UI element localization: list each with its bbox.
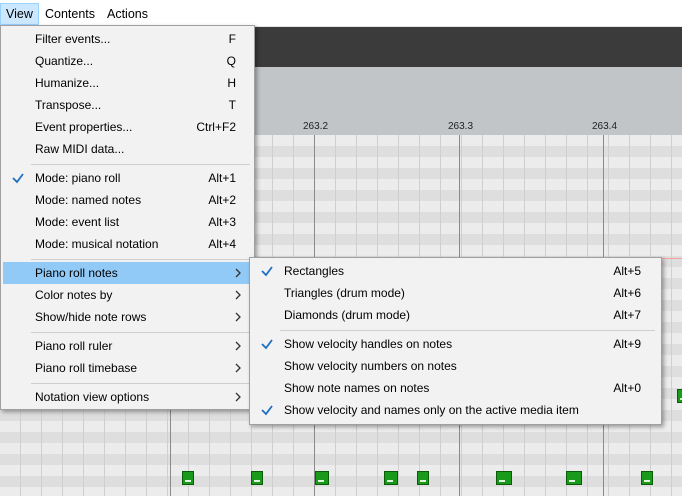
- menu-item-shortcut: Q: [226, 54, 236, 68]
- menu-item-mode-named-notes[interactable]: Mode: named notes Alt+2: [3, 189, 252, 211]
- submenu-item-rectangles[interactable]: Rectangles Alt+5: [252, 260, 659, 282]
- chevron-right-icon: [235, 268, 241, 278]
- midi-note[interactable]: [384, 471, 398, 485]
- menu-item-piano-roll-notes[interactable]: Piano roll notes: [3, 262, 252, 284]
- menu-separator: [31, 164, 250, 165]
- submenu-item-diamonds[interactable]: Diamonds (drum mode) Alt+7: [252, 304, 659, 326]
- menu-separator: [31, 259, 250, 260]
- editor-toolbar: [250, 27, 682, 67]
- menu-item-label: Raw MIDI data...: [35, 142, 125, 156]
- checkmark-icon: [261, 405, 273, 416]
- menu-item-event-properties[interactable]: Event properties... Ctrl+F2: [3, 116, 252, 138]
- menu-item-humanize[interactable]: Humanize... H: [3, 72, 252, 94]
- chevron-right-icon: [235, 363, 241, 373]
- chevron-right-icon: [235, 392, 241, 402]
- menu-actions[interactable]: Actions: [102, 4, 153, 24]
- piano-roll-notes-submenu: Rectangles Alt+5 Triangles (drum mode) A…: [249, 257, 662, 425]
- menu-item-show-hide-note-rows[interactable]: Show/hide note rows: [3, 306, 252, 328]
- menu-item-piano-roll-timebase[interactable]: Piano roll timebase: [3, 357, 252, 379]
- menu-item-label: Mode: event list: [35, 215, 120, 229]
- midi-note[interactable]: [417, 471, 429, 485]
- menu-item-label: Rectangles: [284, 264, 345, 278]
- ruler-tick-label: 263.2: [303, 121, 329, 132]
- menu-item-shortcut: T: [228, 98, 236, 112]
- menu-item-mode-event-list[interactable]: Mode: event list Alt+3: [3, 211, 252, 233]
- chevron-right-icon: [235, 341, 241, 351]
- midi-note[interactable]: [182, 471, 194, 485]
- submenu-item-note-names[interactable]: Show note names on notes Alt+0: [252, 377, 659, 399]
- midi-note[interactable]: [677, 389, 682, 403]
- menu-item-filter-events[interactable]: Filter events... F: [3, 28, 252, 50]
- menu-item-shortcut: Alt+6: [613, 286, 641, 300]
- chevron-right-icon: [235, 312, 241, 322]
- menu-separator: [31, 332, 250, 333]
- checkmark-icon: [261, 266, 273, 277]
- menu-contents[interactable]: Contents: [40, 4, 100, 24]
- submenu-item-triangles[interactable]: Triangles (drum mode) Alt+6: [252, 282, 659, 304]
- menu-item-piano-roll-ruler[interactable]: Piano roll ruler: [3, 335, 252, 357]
- submenu-item-velocity-numbers[interactable]: Show velocity numbers on notes: [252, 355, 659, 377]
- menu-item-label: Diamonds (drum mode): [284, 308, 411, 322]
- menu-item-label: Show velocity handles on notes: [284, 337, 453, 351]
- menu-item-label: Color notes by: [35, 288, 113, 302]
- menu-item-label: Piano roll timebase: [35, 361, 138, 375]
- menu-item-raw-midi-data[interactable]: Raw MIDI data...: [3, 138, 252, 160]
- midi-note[interactable]: [566, 471, 582, 485]
- menu-item-label: Notation view options: [35, 390, 150, 404]
- menu-item-shortcut: Alt+9: [613, 337, 641, 351]
- menu-item-shortcut: Alt+5: [613, 264, 641, 278]
- menu-item-mode-musical-notation[interactable]: Mode: musical notation Alt+4: [3, 233, 252, 255]
- menu-item-mode-piano-roll[interactable]: Mode: piano roll Alt+1: [3, 167, 252, 189]
- menu-item-label: Transpose...: [35, 98, 102, 112]
- checkmark-icon: [12, 173, 24, 184]
- submenu-item-active-item-only[interactable]: Show velocity and names only on the acti…: [252, 399, 659, 421]
- ruler-tick-label: 263.4: [592, 121, 618, 132]
- menu-item-shortcut: H: [227, 76, 236, 90]
- menu-item-shortcut: Alt+7: [613, 308, 641, 322]
- menu-bar: View Contents Actions: [0, 0, 682, 27]
- menu-item-label: Show velocity and names only on the acti…: [284, 403, 579, 417]
- midi-note[interactable]: [315, 471, 329, 485]
- menu-item-shortcut: Alt+3: [208, 215, 236, 229]
- menu-item-label: Piano roll notes: [35, 266, 118, 280]
- checkmark-icon: [261, 339, 273, 350]
- menu-item-color-notes-by[interactable]: Color notes by: [3, 284, 252, 306]
- menu-item-notation-view-options[interactable]: Notation view options: [3, 386, 252, 408]
- menu-item-label: Show velocity numbers on notes: [284, 359, 457, 373]
- menu-item-shortcut: Alt+2: [208, 193, 236, 207]
- midi-note[interactable]: [641, 471, 653, 485]
- menu-item-shortcut: Alt+0: [613, 381, 641, 395]
- menu-item-label: Triangles (drum mode): [284, 286, 405, 300]
- ruler-tick-label: 263.3: [448, 121, 474, 132]
- menu-separator: [31, 383, 250, 384]
- menu-item-shortcut: Alt+1: [208, 171, 236, 185]
- menu-item-label: Piano roll ruler: [35, 339, 113, 353]
- menu-item-shortcut: F: [228, 32, 236, 46]
- midi-note[interactable]: [496, 471, 512, 485]
- midi-note[interactable]: [251, 471, 263, 485]
- menu-separator: [280, 330, 655, 331]
- menu-item-label: Humanize...: [35, 76, 100, 90]
- menu-item-label: Event properties...: [35, 120, 133, 134]
- menu-item-label: Mode: named notes: [35, 193, 142, 207]
- menu-item-label: Filter events...: [35, 32, 111, 46]
- menu-item-label: Mode: piano roll: [35, 171, 121, 185]
- menu-item-shortcut: Ctrl+F2: [196, 120, 236, 134]
- submenu-item-velocity-handles[interactable]: Show velocity handles on notes Alt+9: [252, 333, 659, 355]
- menu-item-transpose[interactable]: Transpose... T: [3, 94, 252, 116]
- menu-item-quantize[interactable]: Quantize... Q: [3, 50, 252, 72]
- menu-item-label: Show note names on notes: [284, 381, 430, 395]
- chevron-right-icon: [235, 290, 241, 300]
- menu-item-shortcut: Alt+4: [208, 237, 236, 251]
- view-menu: Filter events... F Quantize... Q Humaniz…: [0, 25, 255, 410]
- menu-item-label: Show/hide note rows: [35, 310, 147, 324]
- menu-item-label: Mode: musical notation: [35, 237, 159, 251]
- menu-item-label: Quantize...: [35, 54, 94, 68]
- menu-view[interactable]: View: [0, 3, 39, 25]
